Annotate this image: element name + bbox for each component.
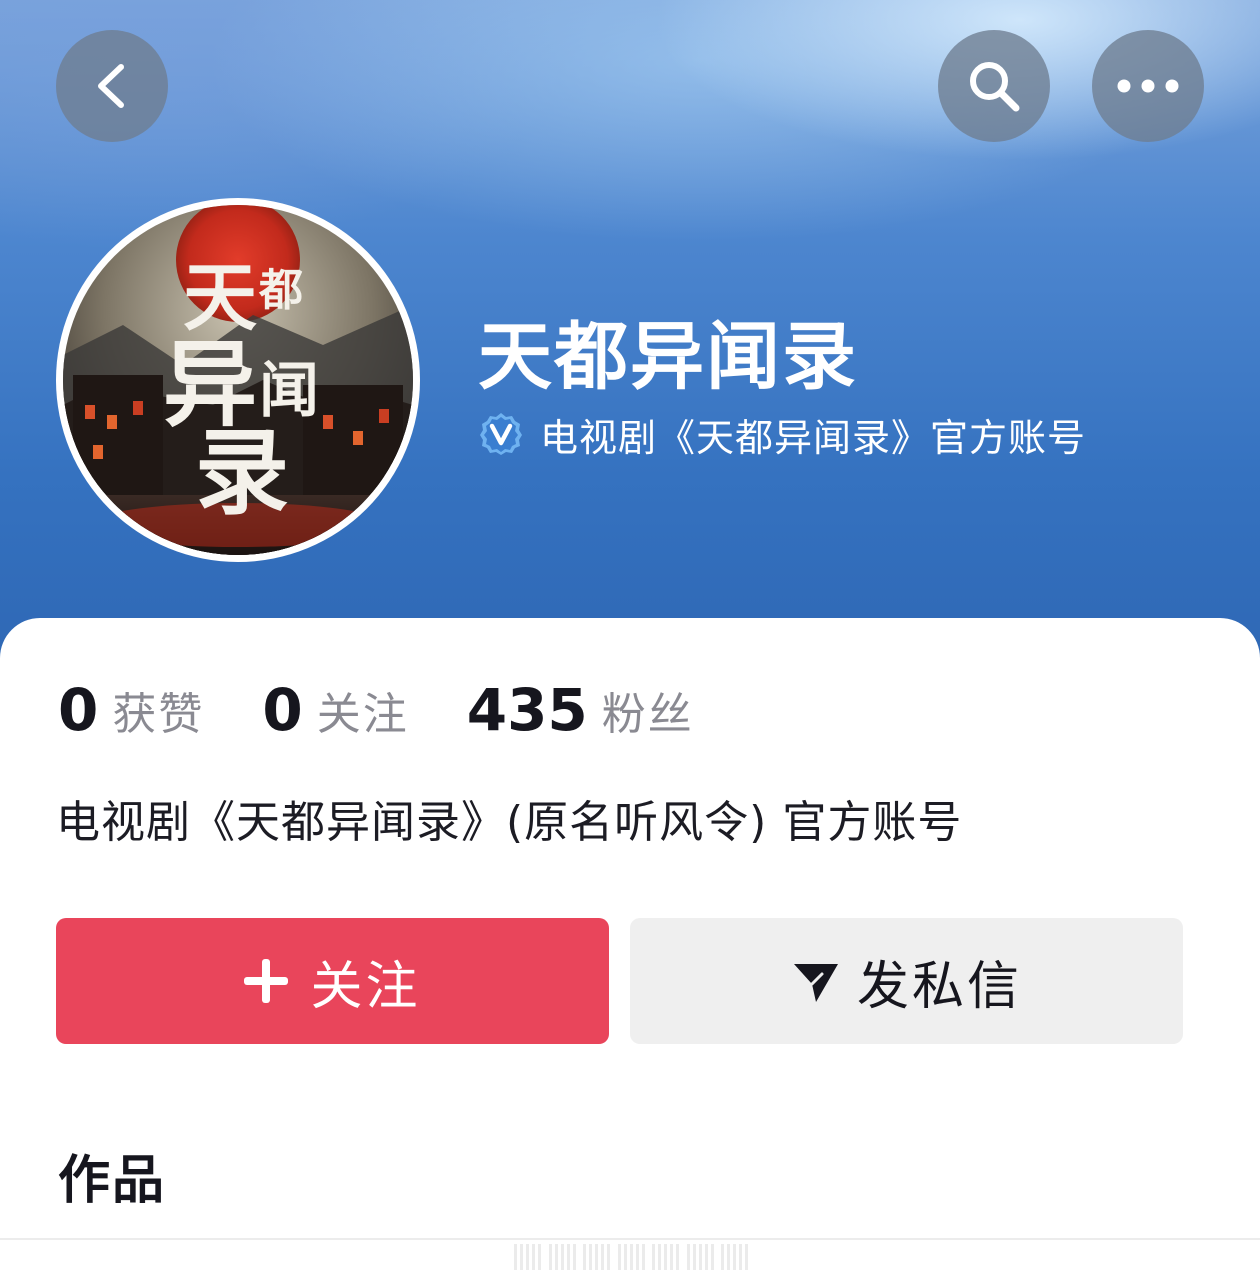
stat-followers[interactable]: 435 粉丝: [467, 676, 694, 744]
chevron-left-icon: [98, 64, 124, 108]
follow-button-label: 关注: [310, 956, 421, 1017]
avatar-title-char: 闻: [259, 356, 319, 426]
profile-name: 天都异闻录: [478, 314, 858, 400]
back-button[interactable]: [56, 30, 168, 142]
watermark-decoration: [514, 1242, 751, 1272]
message-button[interactable]: 发私信: [630, 918, 1183, 1044]
verified-v-icon: [478, 411, 524, 457]
avatar-title-char: 录: [195, 418, 289, 528]
avatar-image: 天 都 异 闻 录: [63, 205, 413, 555]
send-message-icon: [793, 964, 838, 1002]
works-tab-title[interactable]: 作品: [58, 1138, 166, 1213]
stat-following[interactable]: 0 关注: [262, 676, 408, 744]
more-button[interactable]: [1092, 30, 1204, 142]
avatar-title-char: 天: [183, 255, 257, 341]
profile-bio: 电视剧《天都异闻录》(原名听风令) 官方账号: [56, 797, 963, 848]
avatar-title-char: 都: [258, 265, 303, 316]
avatar[interactable]: 天 都 异 闻 录: [56, 198, 420, 562]
search-icon: [970, 62, 1020, 112]
stat-followers-value: 435: [466, 676, 588, 744]
message-button-label: 发私信: [856, 956, 1022, 1017]
stat-followers-label: 粉丝: [601, 689, 694, 740]
plus-icon: [244, 959, 289, 1003]
verification-text: 电视剧《天都异闻录》官方账号: [540, 415, 1087, 460]
stat-following-label: 关注: [316, 689, 409, 740]
follow-button[interactable]: 关注: [56, 918, 609, 1044]
stat-likes-value: 0: [58, 676, 99, 744]
search-button[interactable]: [938, 30, 1050, 142]
stat-likes[interactable]: 0 获赞: [58, 676, 204, 744]
stats-row: 0 获赞 0 关注 435 粉丝: [58, 670, 752, 750]
more-horizontal-icon: [1117, 79, 1179, 93]
section-divider: [0, 1238, 1260, 1240]
stat-likes-label: 获赞: [112, 689, 205, 740]
stat-following-value: 0: [262, 676, 303, 744]
verification-row: 电视剧《天都异闻录》官方账号: [478, 408, 1086, 460]
